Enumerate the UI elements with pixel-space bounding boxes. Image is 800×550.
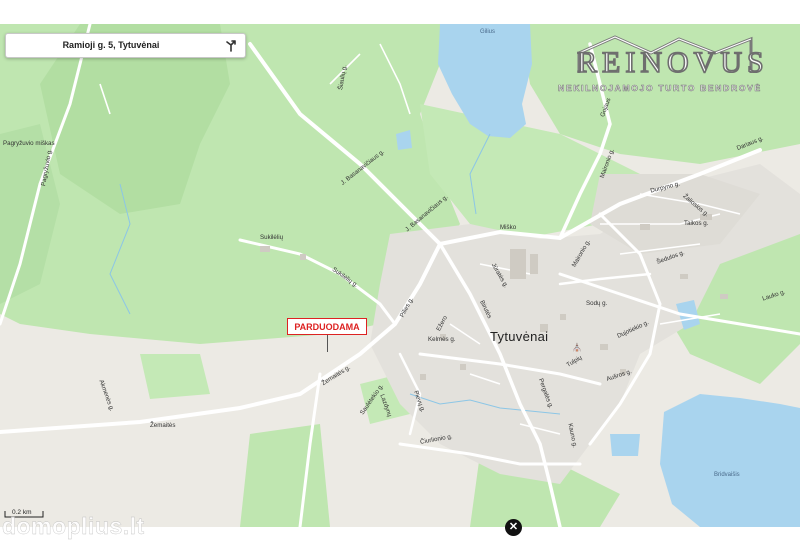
forest-area	[140, 354, 210, 399]
forest-label: Pagryžuvio miškas	[3, 140, 55, 147]
pond	[610, 434, 640, 456]
lake-bridvaisis	[660, 394, 800, 527]
street-label-zemaites-w: Žemaitės	[150, 422, 176, 429]
close-button[interactable]: ✕	[505, 519, 522, 536]
building	[530, 254, 538, 274]
lake-label-bridvaisis: Bridvaišis	[714, 472, 740, 478]
map-layer	[0, 24, 800, 527]
building	[460, 364, 466, 370]
for-sale-marker-label[interactable]: PARDUODAMA	[287, 318, 367, 335]
building	[560, 314, 566, 320]
street-label-misko: Miško	[500, 224, 517, 231]
street-label-sodu: Sodų g.	[586, 300, 608, 307]
address-box[interactable]: Ramioji g. 5, Tytuvėnai	[5, 33, 246, 58]
address-text: Ramioji g. 5, Tytuvėnai	[62, 40, 160, 50]
street-label-kelmes: Kelmės g.	[428, 336, 456, 343]
building	[680, 274, 688, 279]
forest-area	[240, 424, 330, 527]
building	[720, 294, 728, 299]
street-label-sukileliu: Sukilėlių	[260, 234, 284, 241]
directions-icon[interactable]	[223, 37, 239, 53]
marker-pointer-line	[327, 335, 328, 352]
map-canvas[interactable]: Pagryžuvio miškas Gilius Bridvaišis J. B…	[0, 24, 800, 527]
building	[640, 224, 650, 230]
lake-label-gilius: Gilius	[480, 29, 496, 35]
town-marker-icon: ⛪	[572, 343, 582, 352]
reinovus-logo: REINOVUS NEKILNOJAMOJO TURTO BENDROVĖ	[555, 27, 765, 97]
logo-wordmark: REINOVUS	[576, 45, 769, 80]
building	[600, 344, 608, 350]
building	[510, 249, 526, 279]
building	[260, 246, 270, 252]
watermark: domoplius.lt	[2, 513, 145, 539]
street-label-taikos: Taikos g.	[684, 220, 709, 227]
building	[300, 254, 306, 260]
building	[420, 374, 426, 380]
town-label: Tytuvėnai	[490, 329, 549, 344]
logo-tagline: NEKILNOJAMOJO TURTO BENDROVĖ	[558, 83, 762, 94]
